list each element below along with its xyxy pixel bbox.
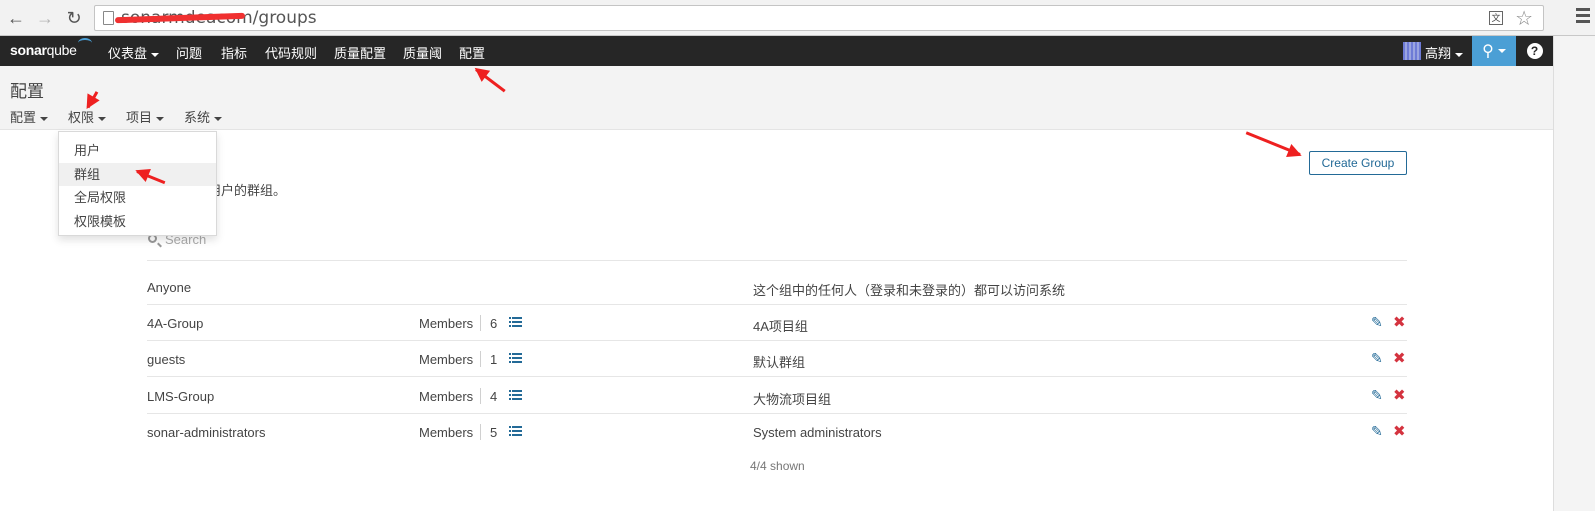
chevron-down-icon: [1497, 49, 1506, 53]
chevron-down-icon: [40, 116, 49, 121]
scrollbar[interactable]: [1553, 36, 1595, 511]
menu-item-global-permissions[interactable]: 全局权限: [59, 186, 216, 210]
user-menu[interactable]: 高翔: [1425, 43, 1464, 62]
table-row: 4A-Group Members 6 4A项目组 ✎ ✖: [147, 305, 1407, 341]
translate-icon[interactable]: 文: [1489, 11, 1503, 25]
divider: [480, 424, 481, 440]
tab-projects[interactable]: 项目: [126, 107, 165, 126]
browser-toolbar: ← → ↻ sonarmdeacom/groups 文 ☆: [0, 0, 1595, 36]
global-search-button[interactable]: ⚲: [1472, 36, 1516, 66]
table-row: LMS-Group Members 4 大物流项目组 ✎ ✖: [147, 378, 1407, 414]
browser-menu-icon[interactable]: [1576, 8, 1590, 26]
table-row: Anyone 这个组中的任何人（登录和未登录的）都可以访问系统: [147, 269, 1407, 305]
logo-waves-icon: [78, 38, 92, 48]
delete-icon[interactable]: ✖: [1393, 349, 1406, 367]
page-header: 配置 配置 权限 项目 系统: [0, 66, 1553, 133]
sonarqube-logo[interactable]: sonarqube: [10, 42, 77, 58]
members-list-icon[interactable]: [509, 426, 522, 437]
nav-quality-gates[interactable]: 质量阈: [403, 43, 442, 62]
members-label: Members: [419, 425, 474, 440]
table-row: sonar-administrators Members 5 System ad…: [147, 414, 1407, 450]
group-description: 4A项目组: [753, 319, 808, 334]
group-name: Anyone: [147, 280, 192, 295]
members-count: 5: [490, 425, 498, 440]
members-label: Members: [419, 352, 474, 367]
create-group-button[interactable]: Create Group: [1309, 151, 1407, 175]
help-icon: ?: [1526, 43, 1543, 59]
tab-security[interactable]: 权限: [68, 107, 107, 133]
edit-pencil-icon[interactable]: ✎: [1371, 314, 1383, 331]
forward-arrow-icon[interactable]: →: [33, 6, 57, 30]
nav-quality-profiles[interactable]: 质量配置: [334, 43, 386, 62]
shown-count: 4/4 shown: [750, 459, 805, 473]
group-description: 默认群组: [753, 355, 806, 370]
nav-measures[interactable]: 指标: [221, 43, 247, 62]
group-name: sonar-administrators: [147, 425, 266, 440]
group-description: 大物流项目组: [753, 392, 832, 407]
members-list-icon[interactable]: [509, 390, 522, 401]
members-count: 1: [490, 352, 498, 367]
table-row: guests Members 1 默认群组 ✎ ✖: [147, 341, 1407, 377]
chevron-down-icon: [151, 52, 160, 57]
group-name: LMS-Group: [147, 389, 215, 404]
group-name: guests: [147, 352, 186, 367]
top-navbar: sonarqube 仪表盘 问题 指标 代码规则 质量配置 质量阈 配置 高翔: [0, 36, 1553, 66]
delete-icon[interactable]: ✖: [1393, 313, 1406, 331]
annotation-arrow: [1245, 131, 1301, 156]
delete-icon[interactable]: ✖: [1393, 422, 1406, 440]
members-count: 6: [490, 316, 498, 331]
divider: [480, 351, 481, 367]
delete-icon[interactable]: ✖: [1393, 386, 1406, 404]
avatar[interactable]: [1403, 42, 1421, 60]
members-list-icon[interactable]: [509, 353, 522, 364]
help-button[interactable]: ?: [1516, 36, 1553, 66]
page-title: 配置: [10, 82, 44, 101]
members-label: Members: [419, 389, 474, 404]
chevron-down-icon: [214, 116, 223, 121]
divider: [480, 388, 481, 404]
search-icon: ⚲: [1482, 43, 1494, 60]
nav-settings[interactable]: 配置: [459, 43, 485, 62]
chevron-down-icon: [156, 116, 165, 121]
menu-item-permission-templates[interactable]: 权限模板: [59, 210, 216, 234]
menu-item-users[interactable]: 用户: [59, 139, 216, 163]
chevron-down-icon: [1455, 52, 1464, 57]
address-bar[interactable]: sonarmdeacom/groups 文 ☆: [94, 5, 1544, 31]
bookmark-star-icon[interactable]: ☆: [1515, 6, 1533, 31]
chevron-down-icon: [98, 116, 107, 121]
members-count: 4: [490, 389, 498, 404]
search-box: [147, 230, 1407, 261]
nav-rules[interactable]: 代码规则: [265, 43, 317, 62]
group-description: System administrators: [753, 425, 882, 440]
edit-pencil-icon[interactable]: ✎: [1371, 350, 1383, 367]
security-dropdown-menu: 用户 群组 全局权限 权限模板: [58, 131, 217, 236]
page-icon: [103, 11, 114, 25]
group-description: 这个组中的任何人（登录和未登录的）都可以访问系统: [753, 283, 1066, 298]
tab-system[interactable]: 系统: [184, 107, 223, 126]
reload-icon[interactable]: ↻: [62, 6, 86, 30]
edit-pencil-icon[interactable]: ✎: [1371, 423, 1383, 440]
group-name: 4A-Group: [147, 316, 204, 331]
nav-dashboards[interactable]: 仪表盘: [108, 43, 160, 62]
tab-settings[interactable]: 配置: [10, 107, 49, 126]
back-arrow-icon[interactable]: ←: [4, 6, 28, 30]
divider: [480, 315, 481, 331]
nav-issues[interactable]: 问题: [176, 43, 202, 62]
members-label: Members: [419, 316, 474, 331]
members-list-icon[interactable]: [509, 317, 522, 328]
page-description: 用户的群组。: [208, 183, 287, 198]
edit-pencil-icon[interactable]: ✎: [1371, 387, 1383, 404]
